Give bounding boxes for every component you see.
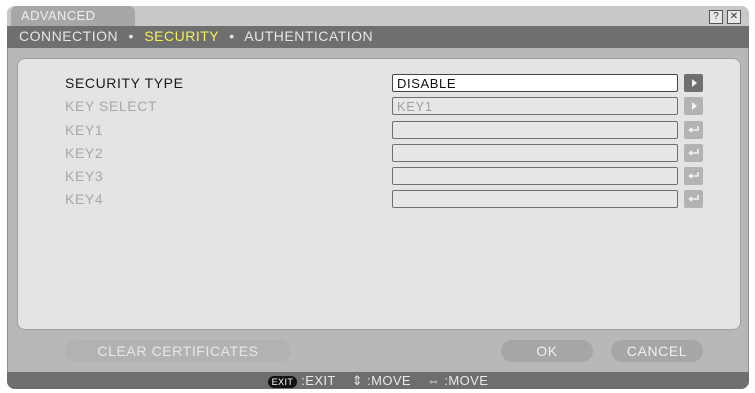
breadcrumb-item-authentication[interactable]: AUTHENTICATION xyxy=(244,28,373,44)
enter-icon[interactable] xyxy=(684,167,703,185)
enter-icon[interactable] xyxy=(684,190,703,208)
status-bar: EXIT:EXIT ⇕ :MOVE ⇔ :MOVE xyxy=(7,372,749,389)
key2-field[interactable] xyxy=(392,144,678,162)
setting-row-key-select: KEY SELECT KEY1 xyxy=(17,97,741,117)
exit-hint-label: :EXIT xyxy=(301,373,336,388)
enter-icon[interactable] xyxy=(684,121,703,139)
key-select-label: KEY SELECT xyxy=(65,98,158,114)
breadcrumb-separator: • xyxy=(229,28,235,44)
key4-field[interactable] xyxy=(392,190,678,208)
setting-row-key2: KEY2 xyxy=(17,144,741,164)
help-icon[interactable]: ? xyxy=(709,10,723,24)
advanced-window: ADVANCED CONNECTION • SECURITY • AUTHENT… xyxy=(7,6,749,389)
left-right-arrow-icon: ⇔ xyxy=(427,373,441,388)
window-header: ADVANCED CONNECTION • SECURITY • AUTHENT… xyxy=(7,6,749,48)
setting-row-security-type: SECURITY TYPE DISABLE xyxy=(17,74,741,94)
exit-key-icon: EXIT xyxy=(267,375,298,388)
security-settings-panel: SECURITY TYPE DISABLE KEY SELECT KEY1 KE… xyxy=(17,58,741,330)
close-icon[interactable]: ✕ xyxy=(727,10,741,24)
tab-advanced-label: ADVANCED xyxy=(21,8,96,23)
key-select-field[interactable]: KEY1 xyxy=(392,97,678,115)
window-controls: ? ✕ xyxy=(709,10,741,24)
breadcrumb: CONNECTION • SECURITY • AUTHENTICATION xyxy=(19,28,373,44)
tab-advanced[interactable]: ADVANCED xyxy=(11,6,135,26)
cancel-button[interactable]: CANCEL xyxy=(611,340,703,362)
key3-field[interactable] xyxy=(392,167,678,185)
setting-row-key4: KEY4 xyxy=(17,190,741,210)
clear-certificates-button[interactable]: CLEAR CERTIFICATES xyxy=(65,340,291,362)
arrow-right-icon[interactable] xyxy=(684,74,703,92)
security-type-field[interactable]: DISABLE xyxy=(392,74,678,92)
key1-field[interactable] xyxy=(392,121,678,139)
arrow-right-icon[interactable] xyxy=(684,97,703,115)
security-type-label: SECURITY TYPE xyxy=(65,75,184,91)
key-select-value: KEY1 xyxy=(397,99,433,114)
breadcrumb-item-security[interactable]: SECURITY xyxy=(144,28,219,44)
key3-label: KEY3 xyxy=(65,168,104,184)
move-horizontal-hint: ⇔ :MOVE xyxy=(427,373,488,388)
key1-label: KEY1 xyxy=(65,122,104,138)
move-vertical-hint: ⇕ :MOVE xyxy=(352,373,411,389)
setting-row-key1: KEY1 xyxy=(17,121,741,141)
up-down-arrow-icon: ⇕ xyxy=(351,372,364,388)
move-horizontal-label: :MOVE xyxy=(444,373,489,388)
key2-label: KEY2 xyxy=(65,145,104,161)
breadcrumb-separator: • xyxy=(128,28,134,44)
enter-icon[interactable] xyxy=(684,144,703,162)
exit-hint: EXIT:EXIT xyxy=(267,373,336,388)
breadcrumb-item-connection[interactable]: CONNECTION xyxy=(19,28,118,44)
action-bar: CLEAR CERTIFICATES OK CANCEL xyxy=(7,334,749,374)
ok-button[interactable]: OK xyxy=(501,340,593,362)
security-type-value: DISABLE xyxy=(397,76,457,91)
key4-label: KEY4 xyxy=(65,191,104,207)
setting-row-key3: KEY3 xyxy=(17,167,741,187)
move-vertical-label: :MOVE xyxy=(367,372,411,388)
